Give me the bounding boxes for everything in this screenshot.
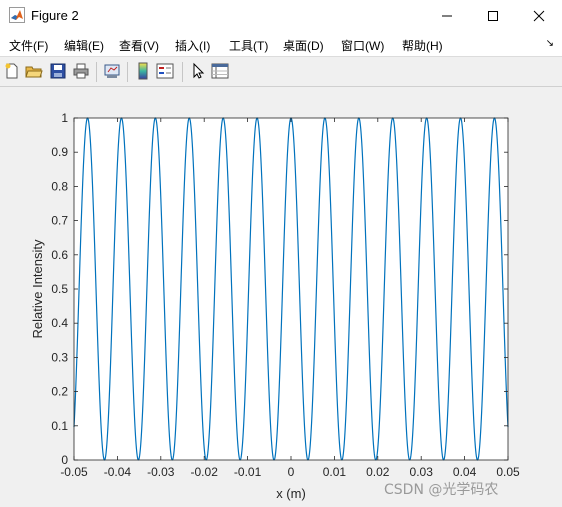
watermark: CSDN @光学码农	[384, 482, 499, 498]
x-tick-label: 0.03	[410, 465, 434, 479]
x-tick-label: -0.05	[60, 465, 88, 479]
y-tick-label: 0.1	[51, 419, 68, 433]
open-file-icon[interactable]	[25, 62, 43, 80]
close-button[interactable]	[516, 0, 562, 32]
y-tick-label: 0.8	[51, 179, 68, 193]
x-axis-label: x (m)	[276, 486, 306, 501]
matlab-logo-icon	[9, 7, 25, 23]
y-tick-label: 0.5	[51, 282, 68, 296]
axes-background	[74, 118, 508, 460]
y-tick-label: 0.9	[51, 145, 68, 159]
y-tick-label: 1	[61, 111, 68, 125]
x-tick-label: -0.02	[191, 465, 219, 479]
maximize-button[interactable]	[470, 0, 516, 32]
figure-canvas: -0.05 -0.04 -0.03 -0.02 -0.01 0 0.01 0.02 0.03 0.…	[30, 111, 520, 501]
x-tick-label: 0.04	[453, 465, 477, 479]
pointer-icon[interactable]	[189, 62, 207, 80]
colorbar-icon[interactable]	[134, 62, 152, 80]
new-figure-icon[interactable]	[3, 62, 21, 80]
toolbar-separator	[96, 62, 97, 82]
y-tick-label: 0.3	[51, 350, 68, 364]
figure-toolbar	[0, 56, 562, 87]
x-tick-label: 0.05	[496, 465, 520, 479]
menu-desktop[interactable]: 桌面(D)	[283, 37, 324, 54]
x-tick-label: -0.01	[234, 465, 262, 479]
menu-overflow-arrow-icon[interactable]: ↘	[546, 38, 554, 49]
save-icon[interactable]	[49, 62, 67, 80]
maximize-icon	[488, 11, 498, 21]
x-tick-label: 0	[288, 465, 295, 479]
print-icon[interactable]	[72, 62, 90, 80]
link-figure-icon[interactable]	[103, 62, 121, 80]
y-tick-label: 0.6	[51, 248, 68, 262]
property-inspector-icon[interactable]	[211, 62, 229, 80]
menu-tools[interactable]: 工具(T)	[229, 37, 268, 54]
legend-icon[interactable]	[156, 62, 174, 80]
menu-window[interactable]: 窗口(W)	[341, 37, 384, 54]
x-tick-label: -0.04	[104, 465, 132, 479]
close-icon	[533, 10, 545, 22]
y-axis-label: Relative Intensity	[30, 239, 45, 338]
menu-edit[interactable]: 编辑(E)	[64, 37, 104, 54]
x-tick-label: 0.01	[323, 465, 347, 479]
x-tick-label: -0.03	[147, 465, 175, 479]
title-bar: Figure 2	[0, 0, 562, 32]
minimize-button[interactable]	[424, 0, 470, 32]
x-tick-label: 0.02	[366, 465, 390, 479]
toolbar-separator	[182, 62, 183, 82]
menu-bar: 文件(F) 编辑(E) 查看(V) 插入(I) 工具(T) 桌面(D) 窗口(W…	[0, 32, 562, 56]
toolbar-separator	[127, 62, 128, 82]
menu-file[interactable]: 文件(F)	[9, 37, 48, 54]
y-tick-label: 0.4	[51, 316, 68, 330]
y-tick-label: 0.7	[51, 214, 68, 228]
menu-insert[interactable]: 插入(I)	[175, 37, 210, 54]
menu-view[interactable]: 查看(V)	[119, 37, 159, 54]
menu-help[interactable]: 帮助(H)	[402, 37, 443, 54]
minimize-icon	[442, 15, 452, 17]
window-title: Figure 2	[31, 8, 79, 23]
y-tick-label: 0	[61, 453, 68, 467]
y-tick-label: 0.2	[51, 385, 68, 399]
